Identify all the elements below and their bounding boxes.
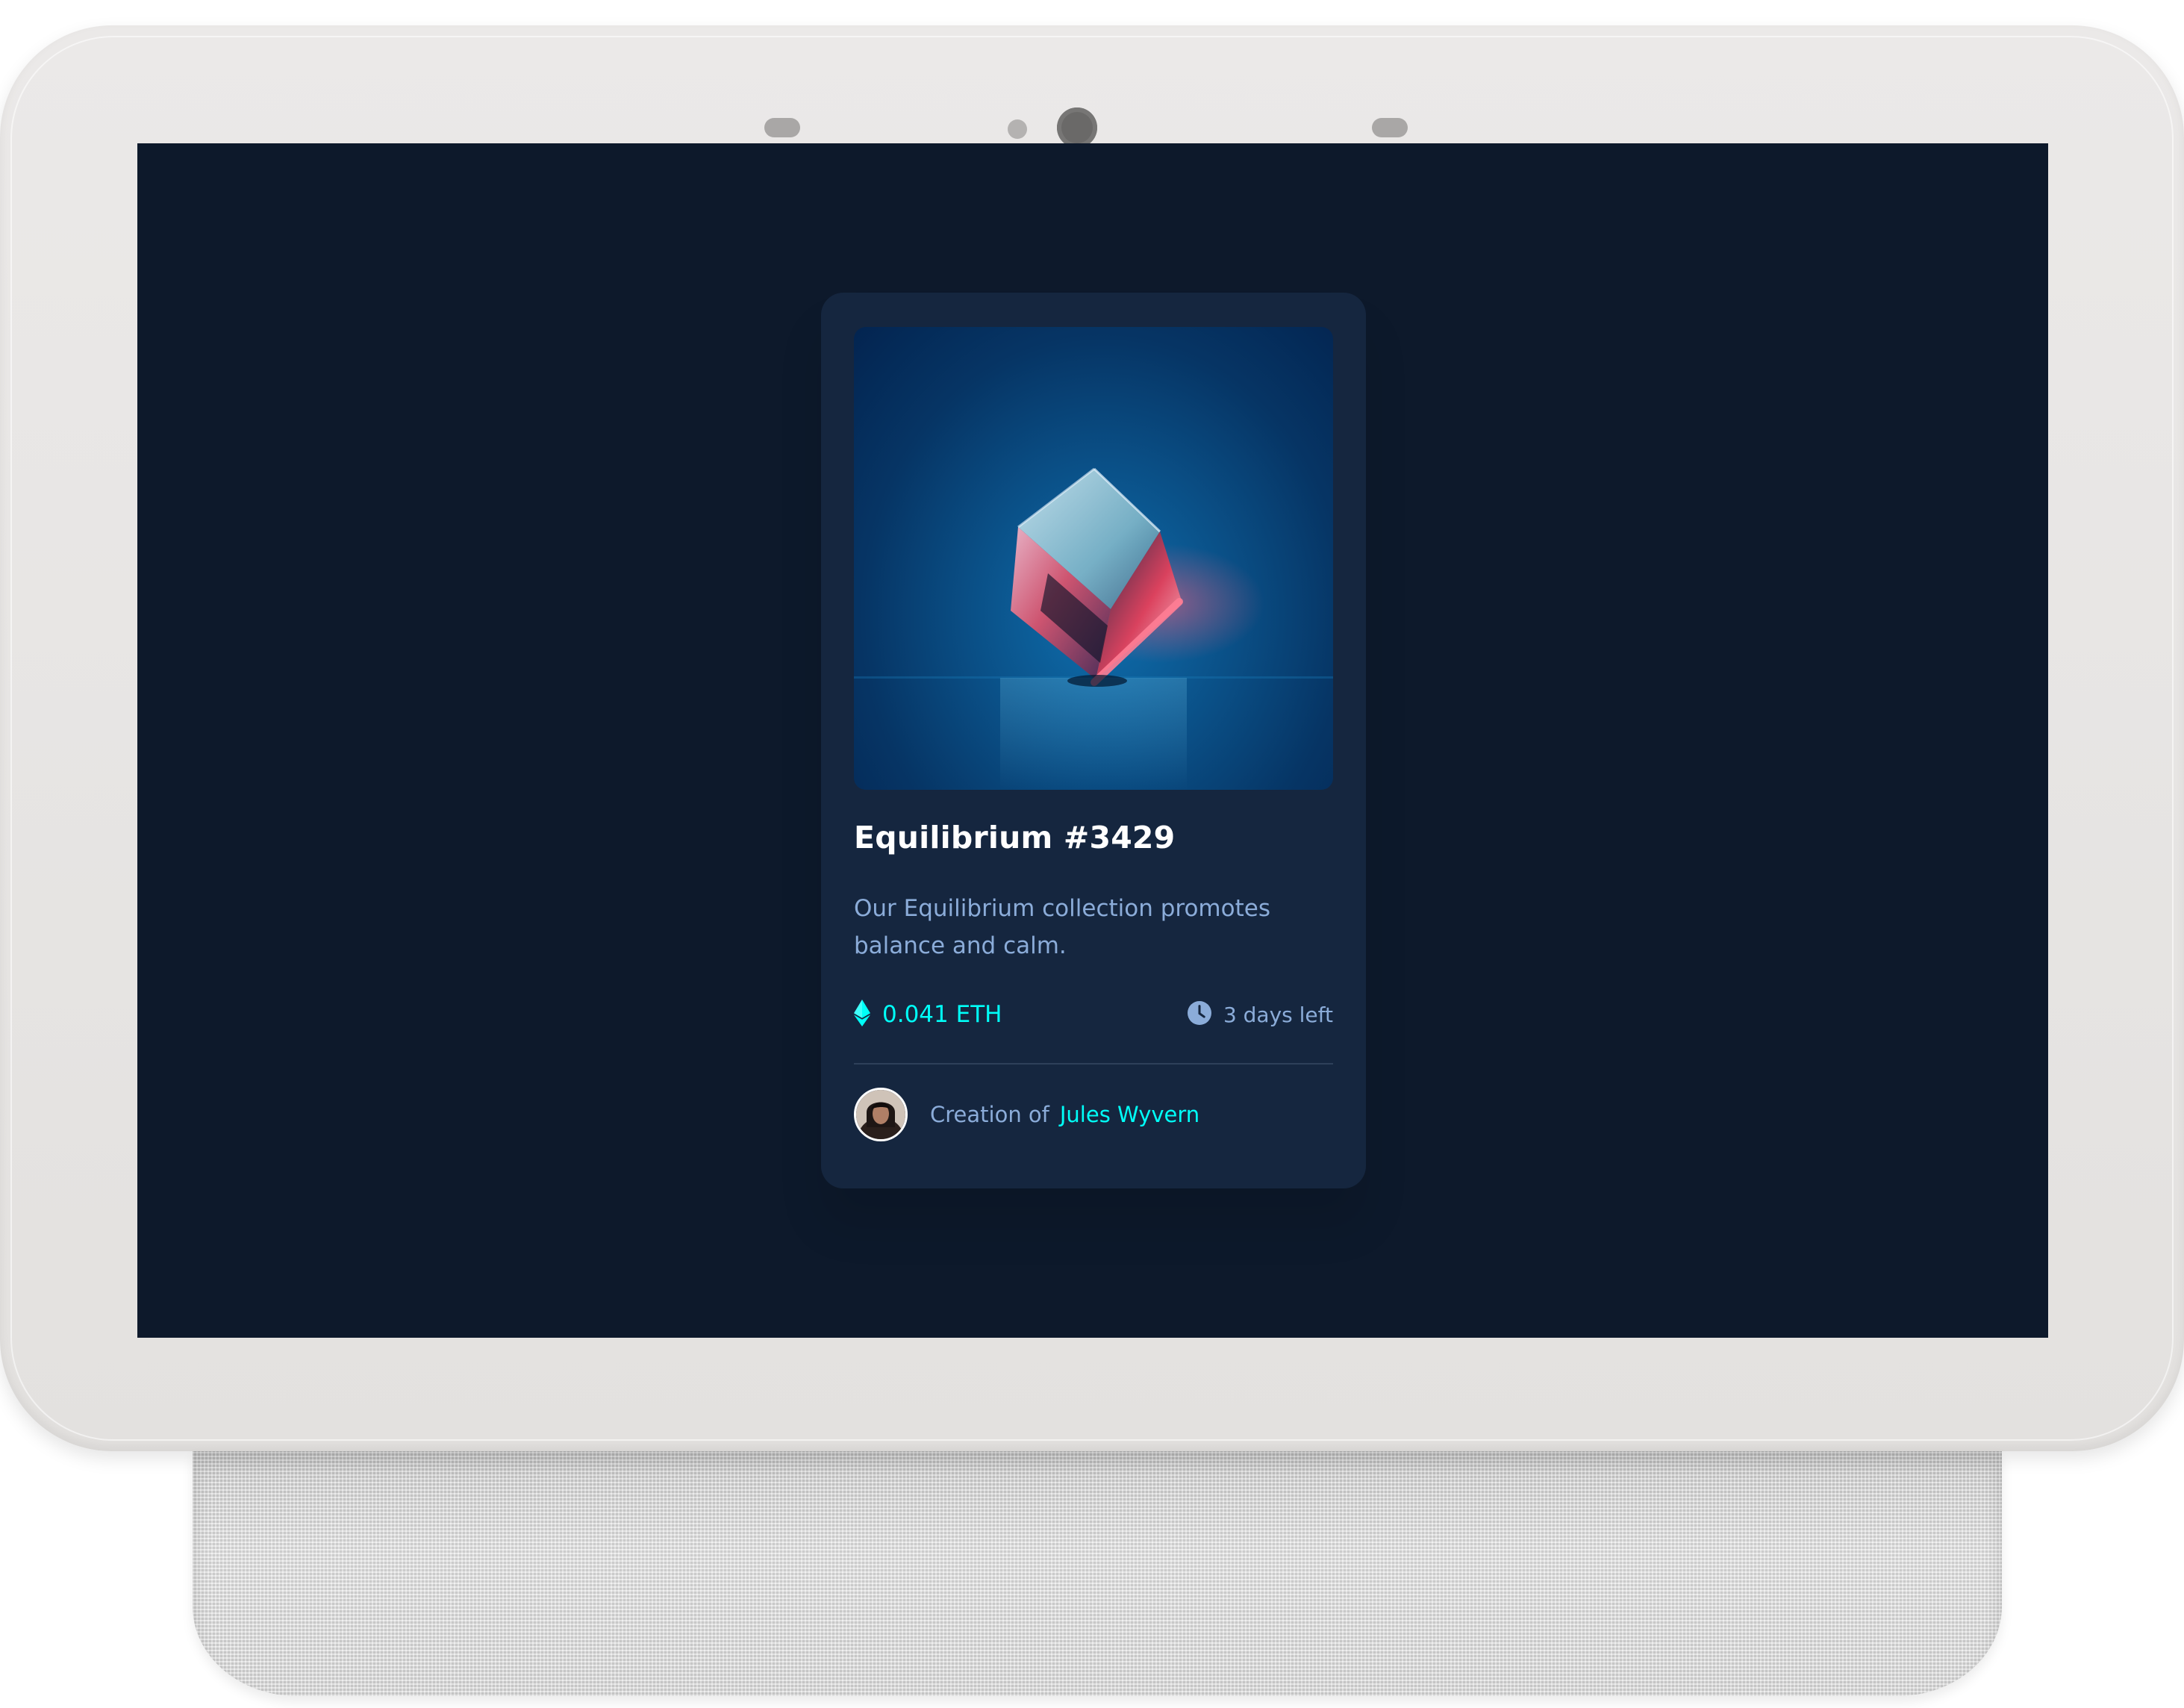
- nft-description: Our Equilibrium collection promotes bala…: [854, 895, 1270, 959]
- clock-icon: [1187, 1001, 1211, 1028]
- card-divider: [854, 1063, 1333, 1065]
- nft-meta-row: 0.041 ETH 3 days left: [854, 996, 1333, 1033]
- camera-icon: [1057, 107, 1097, 148]
- time-left-group: 3 days left: [1187, 1001, 1333, 1028]
- creator-name-link[interactable]: Jules Wyvern: [1060, 1102, 1199, 1127]
- nft-title[interactable]: Equilibrium #3429: [854, 818, 1333, 857]
- ambient-light-sensor-icon: [1008, 119, 1027, 139]
- creator-avatar: [854, 1088, 908, 1141]
- microphone-left-icon: [764, 118, 800, 137]
- creator-prefix-label: Creation of: [930, 1102, 1049, 1127]
- crystal-cube-illustration: [854, 467, 1333, 790]
- price-value: 0.041 ETH: [882, 1001, 1002, 1028]
- speaker-base: [193, 1451, 2002, 1696]
- ethereum-icon: [854, 1000, 870, 1029]
- nft-preview-card: Equilibrium #3429 Our Equilibrium collec…: [821, 293, 1366, 1188]
- screen: Equilibrium #3429 Our Equilibrium collec…: [137, 143, 2048, 1338]
- price-group: 0.041 ETH: [854, 1000, 1002, 1029]
- time-left-value: 3 days left: [1223, 1002, 1333, 1027]
- creator-portrait-icon: [856, 1090, 905, 1139]
- creator-row: Creation of Jules Wyvern: [854, 1087, 1333, 1142]
- microphone-right-icon: [1372, 118, 1408, 137]
- nft-artwork-image[interactable]: [854, 327, 1333, 790]
